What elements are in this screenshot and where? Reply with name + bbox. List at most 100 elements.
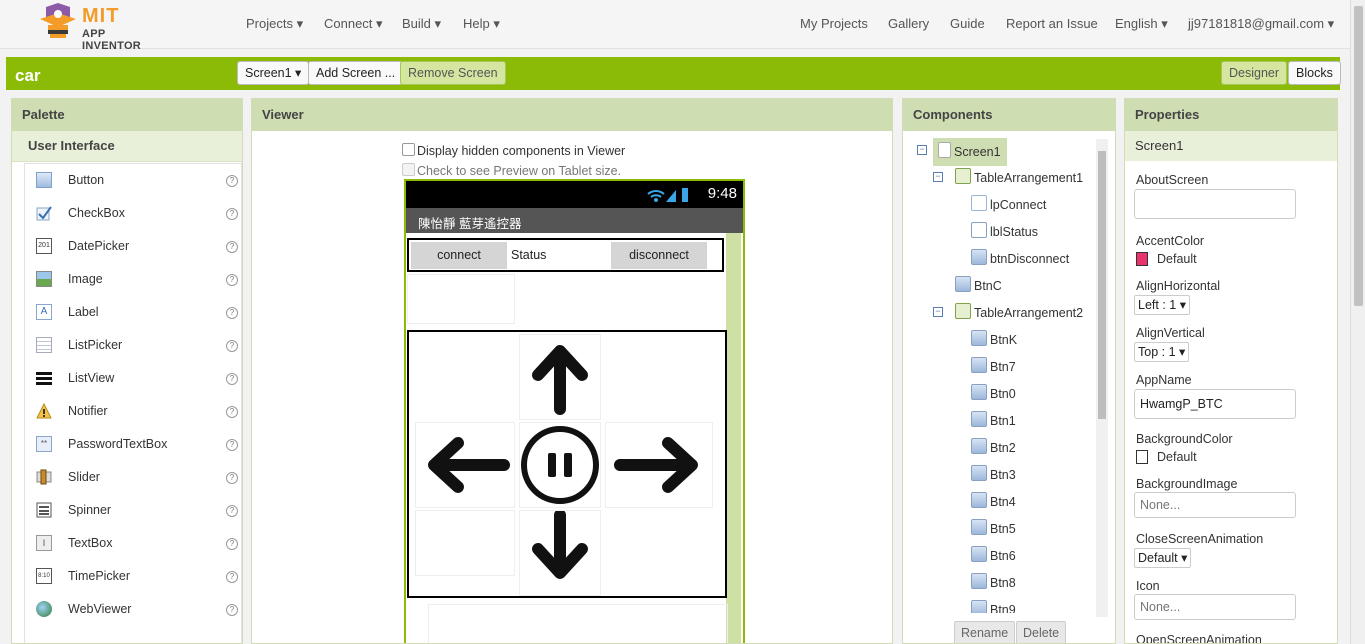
help-icon[interactable]: ? xyxy=(226,538,238,550)
menu-help[interactable]: Help ▾ xyxy=(463,16,500,32)
background-color-value[interactable]: Default xyxy=(1157,450,1197,464)
palette-item-button[interactable]: Button ? xyxy=(25,164,241,197)
left-button[interactable] xyxy=(415,422,515,508)
align-vertical-select[interactable]: Top : 1 ▾ xyxy=(1134,342,1190,362)
palette-item-spinner[interactable]: Spinner ? xyxy=(25,494,241,527)
tree-node-btndisconnect[interactable]: btnDisconnect xyxy=(971,249,1069,271)
checkbox-box[interactable] xyxy=(402,163,415,176)
tree-node-btn4[interactable]: Btn4 xyxy=(971,492,1016,514)
palette-item-passwordtextbox[interactable]: ** PasswordTextBox ? xyxy=(25,428,241,461)
help-icon[interactable]: ? xyxy=(226,571,238,583)
palette-item-webviewer[interactable]: WebViewer ? xyxy=(25,593,241,626)
tree-node-label: BtnC xyxy=(974,279,1002,293)
tree-node-lblstatus[interactable]: lblStatus xyxy=(971,222,1038,244)
link-my-projects[interactable]: My Projects xyxy=(800,16,868,31)
tree-node-btnc[interactable]: BtnC xyxy=(955,276,1002,298)
tree-node-tablearrangement1[interactable]: TableArrangement1 xyxy=(955,168,1083,190)
tree-node-btn8[interactable]: Btn8 xyxy=(971,573,1016,595)
help-icon[interactable]: ? xyxy=(226,439,238,451)
help-icon[interactable]: ? xyxy=(226,505,238,517)
help-icon[interactable]: ? xyxy=(226,208,238,220)
palette-item-image[interactable]: Image ? xyxy=(25,263,241,296)
checkbox-box[interactable] xyxy=(402,143,415,156)
designer-button[interactable]: Designer xyxy=(1221,61,1288,85)
palette-item-listview[interactable]: ListView ? xyxy=(25,362,241,395)
help-icon[interactable]: ? xyxy=(226,604,238,616)
button-icon xyxy=(36,172,52,188)
phone-scroll-track[interactable] xyxy=(726,233,741,643)
palette-item-listpicker[interactable]: ListPicker ? xyxy=(25,329,241,362)
palette-item-textbox[interactable]: I TextBox ? xyxy=(25,527,241,560)
btnc-placeholder[interactable] xyxy=(407,274,515,324)
page-scrollbar[interactable] xyxy=(1350,0,1365,644)
collapse-icon[interactable]: − xyxy=(917,145,927,155)
help-icon[interactable]: ? xyxy=(226,373,238,385)
menu-connect[interactable]: Connect ▾ xyxy=(324,16,383,32)
palette-item-checkbox[interactable]: CheckBox ? xyxy=(25,197,241,230)
tree-node-btn9[interactable]: Btn9 xyxy=(971,600,1016,613)
help-icon[interactable]: ? xyxy=(226,241,238,253)
menu-account[interactable]: jj97181818@gmail.com ▾ xyxy=(1188,16,1334,32)
tree-node-btn7[interactable]: Btn7 xyxy=(971,357,1016,379)
tree-node-lpconnect[interactable]: lpConnect xyxy=(971,195,1046,217)
scrollbar-thumb[interactable] xyxy=(1098,151,1106,419)
tree-node-tablearrangement2[interactable]: TableArrangement2 xyxy=(955,303,1083,325)
help-icon[interactable]: ? xyxy=(226,406,238,418)
disconnect-button[interactable]: disconnect xyxy=(611,242,707,269)
link-gallery[interactable]: Gallery xyxy=(888,16,929,31)
menu-projects[interactable]: Projects ▾ xyxy=(246,16,303,32)
menu-language[interactable]: English ▾ xyxy=(1115,16,1168,32)
palette-item-slider[interactable]: Slider ? xyxy=(25,461,241,494)
components-scrollbar[interactable] xyxy=(1096,139,1108,617)
connect-button[interactable]: connect xyxy=(411,242,507,269)
tree-node-btn0[interactable]: Btn0 xyxy=(971,384,1016,406)
palette-item-label[interactable]: A Label ? xyxy=(25,296,241,329)
accent-color-value[interactable]: Default xyxy=(1157,252,1197,266)
page-scrollbar-thumb[interactable] xyxy=(1354,6,1363,306)
background-image-picker[interactable]: None... xyxy=(1134,492,1296,518)
help-icon[interactable]: ? xyxy=(226,472,238,484)
tree-node-btnk[interactable]: BtnK xyxy=(971,330,1017,352)
category-user-interface[interactable]: User Interface xyxy=(12,131,242,162)
palette-item-timepicker[interactable]: 8:10 TimePicker ? xyxy=(25,560,241,593)
collapse-icon[interactable]: − xyxy=(933,307,943,317)
help-icon[interactable]: ? xyxy=(226,340,238,352)
app-inventor-logo[interactable]: MIT APP INVENTOR xyxy=(36,3,166,52)
about-screen-textarea[interactable] xyxy=(1134,189,1296,219)
tree-node-btn3[interactable]: Btn3 xyxy=(971,465,1016,487)
add-screen-button[interactable]: Add Screen ... xyxy=(308,61,404,85)
display-hidden-checkbox[interactable]: Display hidden components in Viewer xyxy=(402,143,625,158)
checkbox-icon xyxy=(36,205,52,221)
align-horizontal-select[interactable]: Left : 1 ▾ xyxy=(1134,295,1190,315)
tablet-preview-checkbox[interactable]: Check to see Preview on Tablet size. xyxy=(402,163,621,178)
tree-node-btn5[interactable]: Btn5 xyxy=(971,519,1016,541)
accent-color-swatch[interactable] xyxy=(1136,252,1148,266)
tree-node-btn2[interactable]: Btn2 xyxy=(971,438,1016,460)
menu-build[interactable]: Build ▾ xyxy=(402,16,441,32)
close-screen-animation-select[interactable]: Default ▾ xyxy=(1134,548,1192,568)
remove-screen-button[interactable]: Remove Screen xyxy=(400,61,506,85)
icon-picker[interactable]: None... xyxy=(1134,594,1296,620)
palette-item-notifier[interactable]: Notifier ? xyxy=(25,395,241,428)
screen-select[interactable]: Screen1 ▾ xyxy=(237,61,310,85)
right-button[interactable] xyxy=(605,422,713,508)
collapse-icon[interactable]: − xyxy=(933,172,943,182)
stop-button[interactable] xyxy=(519,422,601,508)
app-name-input[interactable]: HwamgP_BTC xyxy=(1134,389,1296,419)
palette-item-datepicker[interactable]: 201 DatePicker ? xyxy=(25,230,241,263)
link-guide[interactable]: Guide xyxy=(950,16,985,31)
help-icon[interactable]: ? xyxy=(226,175,238,187)
tree-node-btn1[interactable]: Btn1 xyxy=(971,411,1016,433)
blocks-button[interactable]: Blocks xyxy=(1288,61,1341,85)
background-color-swatch[interactable] xyxy=(1136,450,1148,464)
down-button[interactable] xyxy=(519,509,601,596)
tree-node-btn6[interactable]: Btn6 xyxy=(971,546,1016,568)
calendar-icon: 201 xyxy=(36,238,52,254)
rename-button[interactable]: Rename xyxy=(954,621,1016,643)
help-icon[interactable]: ? xyxy=(226,307,238,319)
tree-node-screen1[interactable]: Screen1 xyxy=(933,138,1007,166)
delete-button[interactable]: Delete xyxy=(1016,621,1067,643)
help-icon[interactable]: ? xyxy=(226,274,238,286)
up-button[interactable] xyxy=(519,334,601,420)
link-report-issue[interactable]: Report an Issue xyxy=(1006,16,1098,31)
